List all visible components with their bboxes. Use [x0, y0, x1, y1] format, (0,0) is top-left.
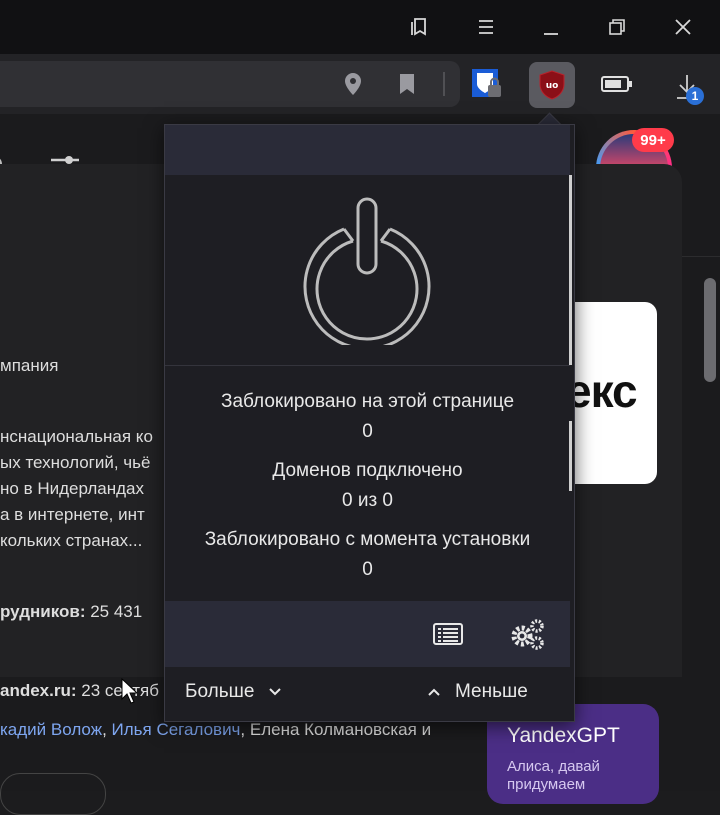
scrollbar-thumb[interactable]	[704, 278, 716, 382]
ublock-popup: Заблокировано на этой странице 0 Доменов…	[164, 124, 575, 722]
popup-scrollbar	[569, 421, 572, 491]
yandex-logo-card[interactable]: екс	[566, 302, 657, 484]
toolbar-separator	[443, 72, 445, 96]
power-switch-icon[interactable]	[297, 195, 437, 345]
popup-scrollbar	[569, 175, 572, 365]
founders-row: кадий Волож, Илья Сегалович, Елена Колма…	[0, 720, 431, 740]
close-icon[interactable]	[666, 10, 700, 44]
ublock-icon[interactable]: uo	[529, 62, 575, 108]
founder-link[interactable]: Илья Сегалович	[112, 720, 241, 739]
desc-line: а в интернете, инт	[0, 505, 145, 524]
less-label: Меньше	[455, 681, 528, 702]
founders-separator: ,	[102, 720, 112, 739]
stats-section: Заблокировано на этой странице 0 Доменов…	[165, 366, 570, 601]
restore-icon[interactable]	[600, 10, 634, 44]
employees-row: рудников: 25 431	[0, 602, 142, 622]
dashboard-gears-icon[interactable]	[509, 617, 547, 651]
popup-footer: Больше Меньше	[165, 667, 570, 719]
yandex-logo-text: екс	[566, 365, 638, 417]
company-type: мпания	[0, 356, 59, 375]
blocked-page-value: 0	[362, 421, 373, 442]
desc-line: кольких странах...	[0, 531, 143, 550]
notification-badge: 99+	[632, 128, 674, 152]
gpt-subtitle: Алиса, давай придумаем	[507, 758, 600, 794]
download-count-badge: 1	[686, 87, 704, 105]
more-button[interactable]: Больше	[185, 681, 282, 703]
founders-rest: , Елена Колмановская и	[240, 720, 432, 739]
domains-label: Доменов подключено	[272, 460, 463, 481]
domains-value: 0 из 0	[341, 490, 394, 511]
gpt-title: YandexGPT	[507, 724, 620, 747]
employees-label: рудников:	[0, 602, 86, 621]
bookmark-icon[interactable]	[394, 70, 420, 98]
popup-header	[165, 125, 570, 175]
minimize-icon[interactable]	[534, 10, 568, 44]
gpt-subtitle-line: Алиса, давай	[507, 758, 600, 775]
tools-bar	[165, 601, 570, 667]
menu-icon[interactable]	[469, 10, 503, 44]
title-bar	[0, 0, 720, 54]
pill-button[interactable]	[0, 773, 106, 815]
company-description: нснациональная ко ых технологий, чьё но …	[0, 424, 153, 554]
desc-line: ых технологий, чьё	[0, 453, 151, 472]
battery-icon[interactable]	[600, 72, 634, 96]
more-label: Больше	[185, 681, 255, 702]
chevron-down-icon	[269, 688, 282, 696]
less-button[interactable]: Меньше	[427, 681, 528, 703]
logger-icon[interactable]	[431, 619, 465, 649]
blocked-page-label: Заблокировано на этой странице	[220, 391, 515, 412]
site-label: andex.ru:	[0, 681, 77, 700]
svg-text:uo: uo	[546, 81, 559, 91]
founder-link[interactable]: кадий Волож	[0, 720, 102, 739]
mouse-cursor-icon	[120, 677, 138, 705]
gpt-subtitle-line: придумаем	[507, 776, 586, 793]
blocked-total-value: 0	[362, 559, 373, 580]
employees-value: 25 431	[90, 602, 143, 621]
power-section	[165, 175, 570, 365]
desc-line: нснациональная ко	[0, 427, 153, 446]
address-bar[interactable]	[0, 61, 460, 107]
chevron-up-icon	[428, 688, 440, 696]
collections-icon[interactable]	[403, 10, 437, 44]
desc-line: но в Нидерландах	[0, 479, 144, 498]
password-manager-icon[interactable]	[470, 67, 504, 101]
location-icon[interactable]	[340, 70, 366, 98]
blocked-total-label: Заблокировано с момента установки	[204, 529, 531, 550]
